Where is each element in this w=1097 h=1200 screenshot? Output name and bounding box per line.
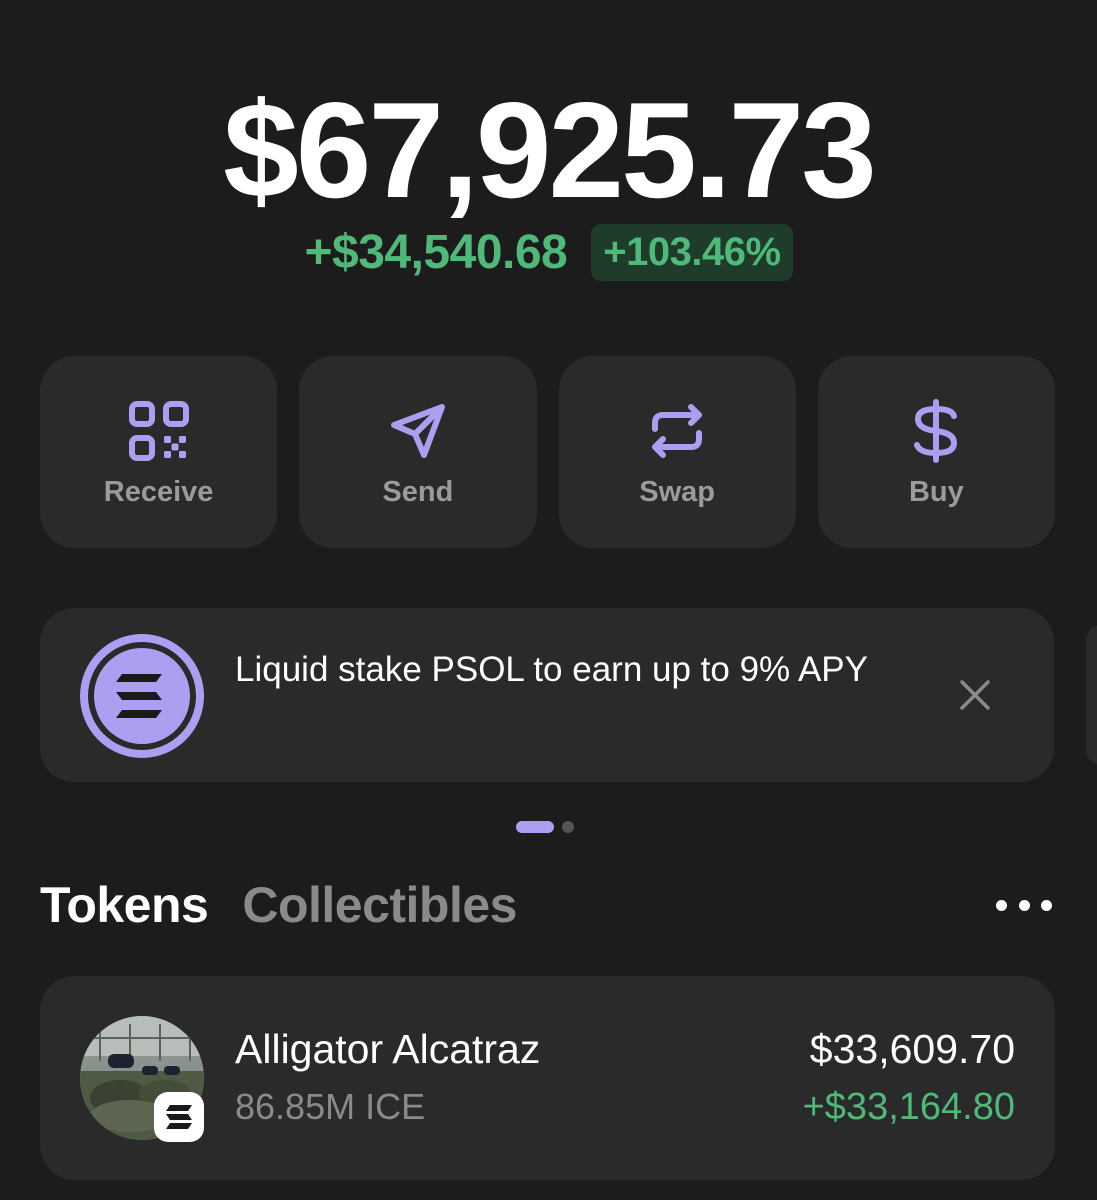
pager-dot-active[interactable]	[516, 821, 554, 833]
close-icon[interactable]	[958, 678, 992, 712]
token-amount: 86.85M ICE	[235, 1086, 426, 1127]
swap-icon	[644, 398, 710, 464]
portfolio-balance: $67,925.73	[223, 74, 877, 226]
asset-tabs: Tokens Collectibles	[40, 876, 517, 934]
pager-dot[interactable]	[562, 821, 574, 833]
buy-label: Buy	[908, 476, 964, 508]
solana-chain-badge-icon	[154, 1092, 204, 1142]
swap-label: Swap	[639, 476, 715, 508]
change-percent-badge: +103.46%	[591, 224, 793, 281]
token-name: Alligator Alcatraz	[235, 1026, 541, 1072]
qr-code-icon	[126, 398, 192, 464]
receive-button[interactable]: Receive	[40, 356, 278, 548]
change-amount: +$34,540.68	[304, 226, 568, 279]
carousel-pager	[516, 821, 574, 833]
portfolio-change: +$34,540.68 +103.46%	[0, 224, 1097, 281]
promo-text: Liquid stake PSOL to earn up to 9% APY	[235, 650, 868, 689]
solana-logo-icon	[80, 634, 204, 758]
buy-button[interactable]: Buy	[817, 356, 1055, 548]
send-button[interactable]: Send	[299, 356, 537, 548]
send-icon	[385, 398, 451, 464]
tab-tokens[interactable]: Tokens	[40, 876, 209, 934]
more-horizontal-icon[interactable]	[996, 890, 1052, 920]
next-promo-card-peek[interactable]	[1086, 625, 1097, 765]
swap-button[interactable]: Swap	[558, 356, 796, 548]
send-label: Send	[382, 476, 454, 508]
staking-promo-card[interactable]: Liquid stake PSOL to earn up to 9% APY	[40, 608, 1054, 782]
tab-collectibles[interactable]: Collectibles	[242, 876, 517, 934]
receive-label: Receive	[103, 476, 214, 508]
dollar-icon	[903, 398, 969, 464]
token-value: $33,609.70	[809, 1026, 1015, 1072]
token-row[interactable]: Alligator Alcatraz 86.85M ICE $33,609.70…	[40, 976, 1055, 1180]
token-change: +$33,164.80	[802, 1086, 1015, 1128]
action-buttons: Receive Send Swap Buy	[40, 356, 1055, 548]
